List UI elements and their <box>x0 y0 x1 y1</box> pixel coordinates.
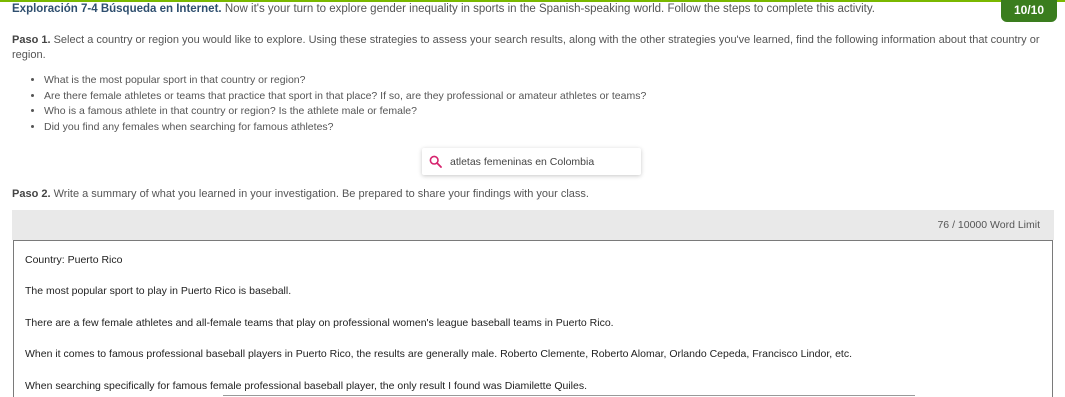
paso-1-instructions: Paso 1. Select a country or region you w… <box>12 33 1042 63</box>
list-item: What is the most popular sport in that c… <box>44 73 646 89</box>
editor-paragraph: The most popular sport to play in Puerto… <box>25 285 292 297</box>
editor-paragraph: There are a few female athletes and all-… <box>25 317 614 329</box>
activity-header: Exploración 7-4 Búsqueda en Internet. No… <box>12 2 875 16</box>
paso-1-label: Paso 1. <box>12 34 51 46</box>
search-query: atletas femeninas en Colombia <box>450 155 595 168</box>
editor-toolbar: 76 / 10000 Word Limit <box>12 210 1054 240</box>
editor-paragraph: When it comes to famous professional bas… <box>25 348 852 360</box>
activity-page: Exploración 7-4 Búsqueda en Internet. No… <box>0 0 1065 397</box>
activity-title: Exploración 7-4 Búsqueda en Internet. <box>12 3 222 15</box>
paso-2-text: Write a summary of what you learned in y… <box>53 188 589 200</box>
activity-instructions: Now it's your turn to explore gender ine… <box>224 3 875 15</box>
list-item: Did you find any females when searching … <box>44 120 646 136</box>
word-count: 76 / 10000 Word Limit <box>937 219 1040 231</box>
list-item: Who is a famous athlete in that country … <box>44 104 646 120</box>
paso-1-text: Select a country or region you would lik… <box>12 34 1040 61</box>
editor-paragraph: Country: Puerto Rico <box>25 254 123 266</box>
question-list: What is the most popular sport in that c… <box>28 73 646 136</box>
search-icon <box>428 155 442 169</box>
editor-paragraph: When searching specifically for famous f… <box>25 380 588 392</box>
summary-text-editor[interactable]: Country: Puerto Rico The most popular sp… <box>13 240 1053 397</box>
score-badge: 10/10 <box>1001 0 1057 22</box>
list-item: Are there female athletes or teams that … <box>44 89 646 105</box>
paso-2-label: Paso 2. <box>12 188 51 200</box>
paso-2-instructions: Paso 2. Write a summary of what you lear… <box>12 187 589 202</box>
search-link[interactable]: atletas femeninas en Colombia <box>422 148 641 175</box>
